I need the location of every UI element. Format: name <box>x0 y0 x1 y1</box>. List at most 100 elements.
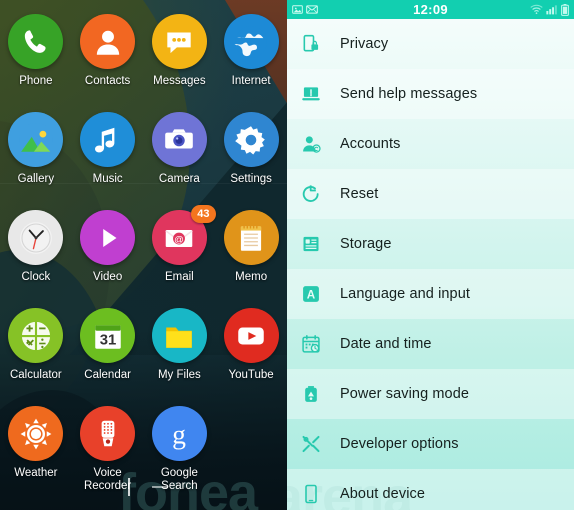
settings-row-label: Privacy <box>340 36 389 52</box>
app-icon-phone[interactable]: Phone <box>0 6 72 104</box>
settings-row-label: Date and time <box>340 336 432 352</box>
back-key-indicator[interactable] <box>152 486 168 488</box>
app-label: Settings <box>230 173 272 185</box>
app-label: Voice Recorder <box>83 467 132 492</box>
recents-key-indicator[interactable] <box>128 478 130 496</box>
app-icon-youtube[interactable]: YouTube <box>215 300 287 398</box>
folder-icon[interactable] <box>151 308 207 363</box>
app-icon-contacts[interactable]: Contacts <box>72 6 144 104</box>
settings-row-privacy[interactable]: Privacy <box>287 19 574 69</box>
settings-screen-panel: 12:09 arena Privacy Send help messages A… <box>287 0 574 510</box>
app-icon-settings[interactable]: Settings <box>215 104 287 202</box>
settings-row-label: Send help messages <box>340 86 478 102</box>
app-label: Camera <box>158 173 200 185</box>
google-g-icon[interactable]: g <box>151 406 207 461</box>
settings-row-developer-options[interactable]: Developer options <box>287 419 574 469</box>
app-icon-email[interactable]: @43 Email <box>144 202 216 300</box>
camera-icon[interactable] <box>151 112 207 167</box>
voice-recorder-icon[interactable] <box>80 406 136 461</box>
settings-row-label: Storage <box>340 236 392 252</box>
app-grid: Phone Contacts Messages Internet Gallery Musi… <box>0 0 287 510</box>
home-screen-panel: fonea Phone Contacts Messages Internet Galle… <box>0 0 287 510</box>
dual-screenshot: fonea Phone Contacts Messages Internet Galle… <box>0 0 574 510</box>
power-saving-battery-icon <box>301 384 321 404</box>
app-label: Messages <box>153 75 206 87</box>
settings-row-label: Accounts <box>340 136 401 152</box>
settings-list: Privacy Send help messages Accounts Reset St… <box>287 19 574 510</box>
video-play-icon[interactable] <box>80 210 136 265</box>
app-label: Internet <box>231 75 271 87</box>
app-label: YouTube <box>228 369 274 381</box>
app-label: Video <box>93 271 123 283</box>
settings-row-storage[interactable]: Storage <box>287 219 574 269</box>
calculator-icon[interactable] <box>8 308 64 363</box>
settings-row-label: Developer options <box>340 436 459 452</box>
settings-row-language-and-input[interactable]: A Language and input <box>287 269 574 319</box>
svg-text:31: 31 <box>99 332 116 348</box>
notification-badge: 43 <box>190 205 216 223</box>
gallery-icon[interactable] <box>8 112 64 167</box>
language-input-a-icon: A <box>301 284 321 304</box>
app-label: Clock <box>21 271 51 283</box>
status-bar-right-icons <box>530 3 569 16</box>
status-bar: 12:09 <box>287 0 574 19</box>
storage-disk-icon <box>301 234 321 254</box>
wifi-icon <box>530 4 543 14</box>
developer-tools-icon <box>301 434 321 454</box>
app-label: Weather <box>14 467 58 479</box>
accounts-person-icon <box>301 134 321 154</box>
internet-globe-icon[interactable] <box>223 14 279 69</box>
app-label: Email <box>164 271 194 283</box>
calendar-icon[interactable]: 31 <box>80 308 136 363</box>
settings-gear-icon[interactable] <box>223 112 279 167</box>
app-icon-memo[interactable]: Memo <box>215 202 287 300</box>
settings-row-label: About device <box>340 486 426 502</box>
app-icon-calculator[interactable]: Calculator <box>0 300 72 398</box>
date-time-calendar-icon <box>301 334 321 354</box>
send-help-messages-icon <box>301 84 321 104</box>
app-icon-weather[interactable]: Weather <box>0 398 72 496</box>
clock-icon[interactable] <box>8 210 64 265</box>
app-label: Gallery <box>17 173 55 185</box>
signal-bars-icon <box>546 5 557 15</box>
app-label: Calendar <box>84 369 131 381</box>
youtube-icon[interactable] <box>223 308 279 363</box>
app-icon-calendar[interactable]: 31 Calendar <box>72 300 144 398</box>
app-icon-messages[interactable]: Messages <box>144 6 216 104</box>
app-icon-my-files[interactable]: My Files <box>144 300 216 398</box>
app-label: Phone <box>19 75 53 87</box>
settings-row-label: Power saving mode <box>340 386 470 402</box>
svg-text:@: @ <box>175 234 185 245</box>
app-label: Calculator <box>9 369 62 381</box>
app-label: Contacts <box>84 75 131 87</box>
battery-icon <box>561 3 569 16</box>
about-device-phone-icon <box>301 484 321 504</box>
settings-row-reset[interactable]: Reset <box>287 169 574 219</box>
app-icon-gallery[interactable]: Gallery <box>0 104 72 202</box>
weather-sun-icon[interactable] <box>8 406 64 461</box>
app-label: My Files <box>157 369 201 381</box>
memo-notepad-icon[interactable] <box>223 210 279 265</box>
settings-row-power-saving-mode[interactable]: Power saving mode <box>287 369 574 419</box>
navigation-hint <box>128 478 168 496</box>
app-icon-video[interactable]: Video <box>72 202 144 300</box>
phone-icon[interactable] <box>8 14 64 69</box>
reset-circular-arrow-icon <box>301 184 321 204</box>
svg-text:g: g <box>172 418 186 449</box>
app-icon-internet[interactable]: Internet <box>215 6 287 104</box>
messages-icon[interactable] <box>151 14 207 69</box>
contacts-icon[interactable] <box>80 14 136 69</box>
settings-row-accounts[interactable]: Accounts <box>287 119 574 169</box>
settings-row-about-device[interactable]: About device <box>287 469 574 510</box>
svg-text:A: A <box>307 289 316 302</box>
app-icon-camera[interactable]: Camera <box>144 104 216 202</box>
settings-row-send-help-messages[interactable]: Send help messages <box>287 69 574 119</box>
music-note-icon[interactable] <box>80 112 136 167</box>
app-icon-clock[interactable]: Clock <box>0 202 72 300</box>
settings-row-label: Language and input <box>340 286 471 302</box>
app-label: Music <box>92 173 123 185</box>
settings-row-date-and-time[interactable]: Date and time <box>287 319 574 369</box>
privacy-lock-phone-icon <box>301 34 321 54</box>
email-icon[interactable]: @43 <box>151 205 216 265</box>
app-icon-music[interactable]: Music <box>72 104 144 202</box>
